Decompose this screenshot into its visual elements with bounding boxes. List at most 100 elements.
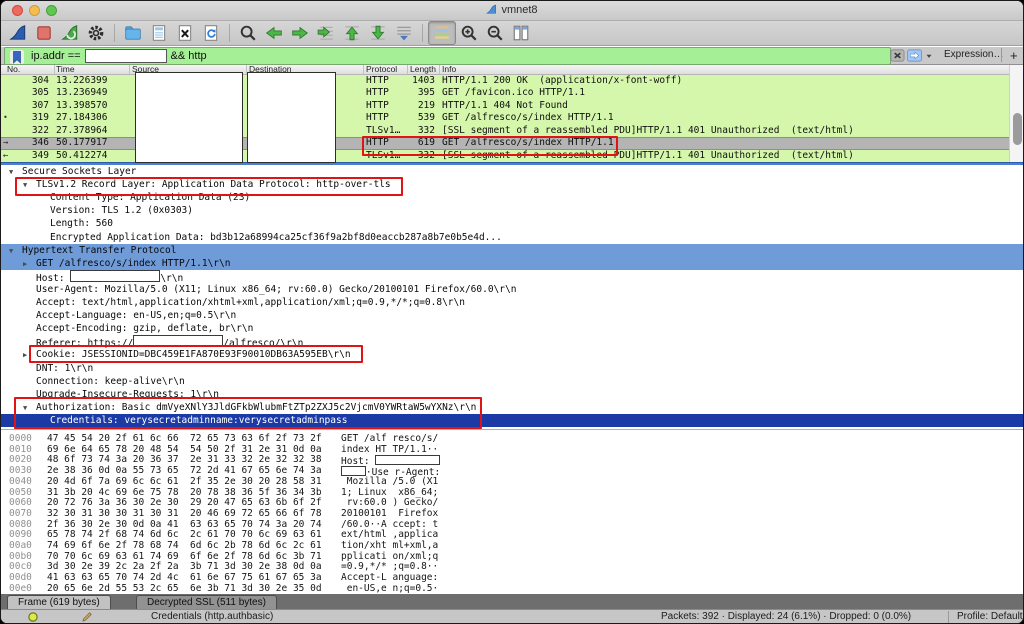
hex-bytes[interactable]: 32 30 31 30 30 31 30 31 20 46 69 72 65 6… — [47, 509, 322, 520]
detail-row[interactable]: ▼Hypertext Transfer Protocol — [1, 244, 1023, 257]
find-packet-button[interactable] — [235, 22, 261, 44]
profile-status[interactable]: Profile: Default — [957, 611, 1023, 622]
hex-row[interactable]: 00e0 20 65 6e 2d 55 53 2c 65 6e 3b 71 3d … — [1, 584, 1024, 595]
detail-row[interactable]: Version: TLS 1.2 (0x0303) — [1, 204, 1023, 217]
detail-row[interactable]: Encrypted Application Data: bd3b12a68994… — [1, 231, 1023, 244]
add-filter-button[interactable]: + — [1010, 48, 1018, 63]
start-capture-button[interactable] — [5, 22, 31, 44]
hex-row[interactable]: 0040 20 4d 6f 7a 69 6c 6c 61 2f 35 2e 30 … — [1, 477, 1024, 488]
detail-row[interactable]: Length: 560 — [1, 217, 1023, 230]
filter-bookmark-icon[interactable] — [9, 49, 25, 63]
zoom-in-button[interactable] — [456, 22, 482, 44]
packet-list-scrollbar[interactable] — [1009, 65, 1024, 162]
packet-time: 27.184306 — [56, 112, 107, 124]
detail-row[interactable]: Connection: keep-alive\r\n — [1, 375, 1023, 388]
save-file-button[interactable] — [146, 22, 172, 44]
scrollbar-thumb[interactable] — [1013, 113, 1022, 145]
toolbar-separator — [229, 24, 230, 42]
filter-history-caret-icon[interactable] — [924, 48, 934, 62]
open-file-button[interactable] — [120, 22, 146, 44]
detail-row[interactable]: ▼Secure Sockets Layer — [1, 165, 1023, 178]
hex-bytes[interactable]: 20 65 6e 2d 55 53 2c 65 6e 3b 71 3d 30 2… — [47, 584, 322, 595]
packet-length: 1403 — [403, 75, 435, 87]
resize-columns-button[interactable] — [508, 22, 534, 44]
packet-length: 539 — [403, 112, 435, 124]
column-header-info[interactable]: Info — [442, 65, 456, 74]
column-separator[interactable] — [407, 65, 408, 74]
detail-row[interactable]: User-Agent: Mozilla/5.0 (X11; Linux x86_… — [1, 283, 1023, 296]
go-to-packet-button[interactable] — [313, 22, 339, 44]
detail-row[interactable]: Referer: https:///alfresco/\r\n — [1, 335, 1023, 348]
close-file-button[interactable] — [172, 22, 198, 44]
go-back-button[interactable] — [261, 22, 287, 44]
column-header-time[interactable]: Time — [56, 65, 75, 74]
column-separator[interactable] — [129, 65, 130, 74]
arrow-down-icon — [369, 24, 387, 42]
detail-row[interactable]: Upgrade-Insecure-Requests: 1\r\n — [1, 388, 1023, 401]
packet-no: 304 — [15, 75, 49, 87]
detail-row[interactable]: Accept-Encoding: gzip, deflate, br\r\n — [1, 322, 1023, 335]
filter-text-prefix: ip.addr == — [31, 50, 81, 62]
find-icon — [239, 24, 257, 42]
redacted-value — [70, 270, 160, 282]
column-header-protocol[interactable]: Protocol — [366, 65, 397, 74]
stop-capture-button[interactable] — [31, 22, 57, 44]
detail-text: DNT: 1\r\n — [36, 362, 93, 375]
hex-offset: 0070 — [9, 509, 32, 520]
column-separator[interactable] — [363, 65, 364, 74]
filter-apply-icon[interactable] — [907, 48, 922, 62]
detail-row[interactable]: ▶Cookie: JSESSIONID=DBC459E1FA870E93F900… — [1, 348, 1023, 361]
filter-separator — [1001, 48, 1002, 62]
expert-info-icon[interactable] — [27, 611, 39, 623]
packet-time: 50.177917 — [56, 137, 107, 149]
hex-offset: 00e0 — [9, 584, 32, 595]
related-packet-dot-icon: • — [3, 112, 19, 124]
status-separator — [948, 611, 949, 623]
packet-length: 219 — [403, 100, 435, 112]
capture-options-button[interactable] — [83, 22, 109, 44]
packet-info: HTTP/1.1 404 Not Found — [442, 100, 568, 112]
detail-row[interactable]: Accept: text/html,application/xhtml+xml,… — [1, 296, 1023, 309]
detail-row[interactable]: Content Type: Application Data (23) — [1, 191, 1023, 204]
hex-bytes[interactable]: 20 4d 6f 7a 69 6c 6c 61 2f 35 2e 30 20 2… — [47, 477, 322, 488]
column-separator[interactable] — [54, 65, 55, 74]
packet-no: 346 — [15, 137, 49, 149]
restart-capture-button[interactable] — [57, 22, 83, 44]
tab-decrypted-ssl[interactable]: Decrypted SSL (511 bytes) — [136, 595, 277, 609]
detail-text: Credentials: verysecretadminname:verysec… — [50, 414, 347, 427]
packet-info: [SSL segment of a reassembled PDU]HTTP/1… — [442, 125, 854, 137]
detail-row[interactable]: ▼Authorization: Basic dmVyeXNlY3JldGFkbW… — [1, 401, 1023, 414]
reload-file-button[interactable] — [198, 22, 224, 44]
packet-no: 349 — [15, 150, 49, 162]
hex-dump-pane: 000047 45 54 20 2f 61 6c 66 72 65 73 63 … — [1, 429, 1023, 595]
column-header-length[interactable]: Length — [410, 65, 436, 74]
detail-text: Hypertext Transfer Protocol — [22, 244, 176, 257]
tab-frame[interactable]: Frame (619 bytes) — [7, 595, 111, 609]
display-filter-input[interactable]: ip.addr == && http — [4, 47, 891, 65]
last-packet-button[interactable] — [365, 22, 391, 44]
capture-comment-icon[interactable] — [81, 611, 93, 623]
detail-row[interactable]: ▼TLSv1.2 Record Layer: Application Data … — [1, 178, 1023, 191]
doc-reload-icon — [202, 24, 220, 42]
detail-row[interactable]: Accept-Language: en-US,en;q=0.5\r\n — [1, 309, 1023, 322]
filter-clear-icon[interactable] — [890, 48, 905, 62]
expression-button[interactable]: Expression… — [944, 49, 1003, 60]
doc-x-icon — [176, 24, 194, 42]
detail-row[interactable]: Credentials: verysecretadminname:verysec… — [1, 414, 1023, 427]
zoom-out-button[interactable] — [482, 22, 508, 44]
column-separator[interactable] — [439, 65, 440, 74]
detail-row[interactable]: DNT: 1\r\n — [1, 362, 1023, 375]
first-packet-button[interactable] — [339, 22, 365, 44]
packet-length: 619 — [403, 137, 435, 149]
column-header-no[interactable]: No. — [7, 65, 20, 74]
auto-scroll-button[interactable] — [391, 22, 417, 44]
hex-offset: 0040 — [9, 477, 32, 488]
packet-time: 13.236949 — [56, 87, 107, 99]
detail-row[interactable]: Host: \r\n — [1, 270, 1023, 283]
colorize-button[interactable] — [428, 21, 456, 45]
go-forward-button[interactable] — [287, 22, 313, 44]
detail-row[interactable]: ▶GET /alfresco/s/index HTTP/1.1\r\n — [1, 257, 1023, 270]
toolbar-separator — [114, 24, 115, 42]
hex-row[interactable]: 0070 32 30 31 30 30 31 30 31 20 46 69 72 … — [1, 509, 1024, 520]
redacted-value — [133, 335, 223, 347]
